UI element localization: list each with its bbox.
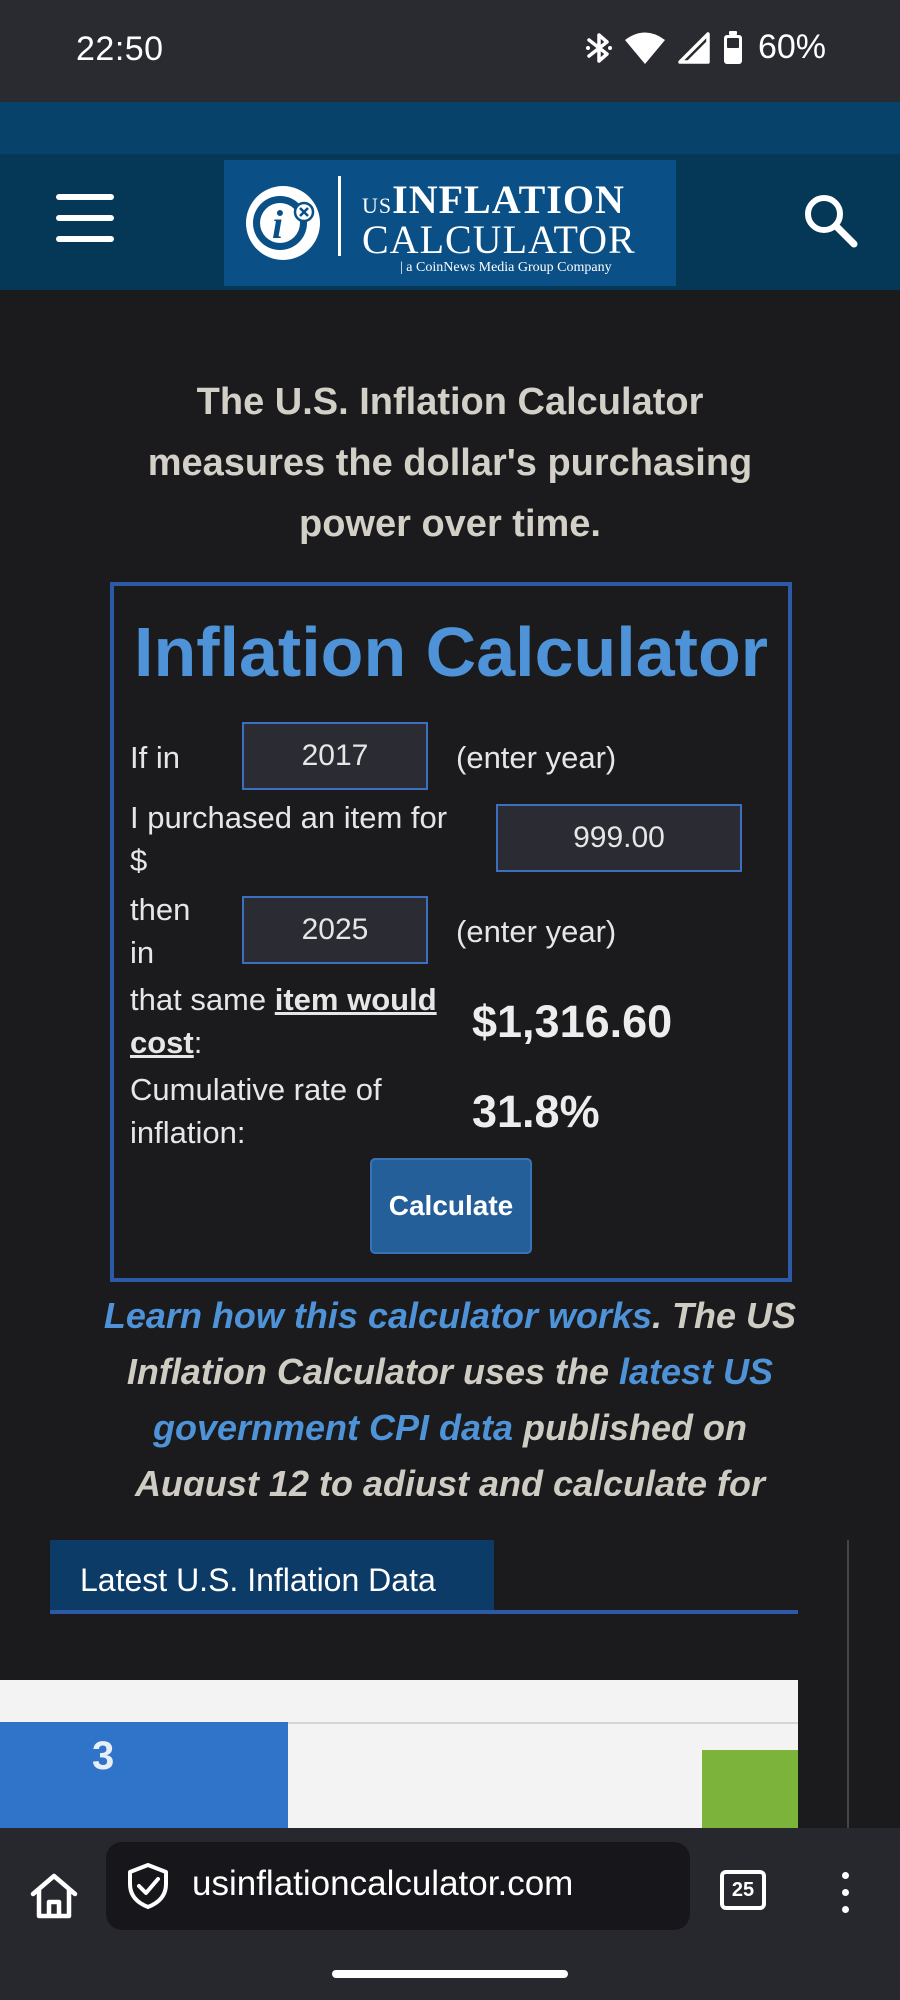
- browser-toolbar: usinflationcalculator.com 25: [0, 1828, 900, 2000]
- battery-percent: 60%: [757, 28, 826, 66]
- start-year-input[interactable]: [242, 722, 428, 790]
- more-vert-icon[interactable]: [836, 1868, 856, 1918]
- then-in-label: then in: [130, 892, 191, 970]
- home-icon[interactable]: [28, 1870, 80, 1922]
- learn-paragraph: Learn how this calculator works. The US …: [103, 1295, 797, 1496]
- site-logo[interactable]: i USINFLATION CALCULATOR | a CoinNews Me…: [224, 160, 676, 286]
- result-value: $1,316.60: [472, 996, 673, 1047]
- shield-icon[interactable]: [126, 1862, 170, 1910]
- latest-tab-underline: [50, 1610, 798, 1614]
- signal-icon: [678, 31, 710, 64]
- logo-title-line2: CALCULATOR: [362, 217, 636, 262]
- status-time: 22:50: [76, 30, 164, 68]
- chart-bar-label: 3: [92, 1734, 115, 1778]
- logo-tagline: | a CoinNews Media Group Company: [400, 260, 612, 275]
- battery-icon: [723, 30, 742, 64]
- learn-how-link[interactable]: Learn how this calculator works: [104, 1295, 652, 1336]
- status-icons: 60%: [585, 28, 826, 67]
- bluetooth-icon: [585, 32, 612, 63]
- enter-year-hint-1: (enter year): [456, 740, 617, 775]
- if-in-label: If in: [130, 740, 180, 775]
- gesture-handle[interactable]: [332, 1970, 568, 1978]
- calculator-title: Inflation Calculator: [134, 613, 768, 691]
- latest-inflation-data-tab[interactable]: Latest U.S. Inflation Data: [50, 1540, 494, 1612]
- calculate-button[interactable]: Calculate: [370, 1158, 532, 1254]
- end-year-input[interactable]: [242, 896, 428, 964]
- inflation-calculator: Inflation Calculator If in (enter year) …: [110, 582, 792, 1282]
- purchased-item-label: I purchased an item for $: [130, 800, 448, 878]
- svg-text:i: i: [272, 202, 283, 247]
- content-divider: [847, 1540, 849, 1830]
- tabs-icon[interactable]: 25: [720, 1870, 766, 1910]
- address-bar[interactable]: usinflationcalculator.com: [106, 1842, 690, 1930]
- url-text: usinflationcalculator.com: [192, 1864, 574, 1903]
- logo-divider: [338, 176, 341, 256]
- wifi-icon: [624, 32, 665, 64]
- header-top-strip: [0, 102, 900, 154]
- chart-bar-blue: 3: [0, 1722, 288, 1828]
- search-icon[interactable]: [800, 190, 860, 250]
- amount-input[interactable]: [496, 804, 742, 872]
- item-would-cost-label: that same item would cost:: [130, 982, 437, 1060]
- chart-bar-green: [702, 1750, 798, 1828]
- inflation-chart-preview: 3: [0, 1680, 798, 1828]
- logo-ci-icon: i: [246, 186, 320, 260]
- cumulative-rate-value: 31.8%: [472, 1086, 600, 1137]
- enter-year-hint-2: (enter year): [456, 914, 617, 949]
- site-header: i USINFLATION CALCULATOR | a CoinNews Me…: [0, 154, 900, 290]
- status-bar: 22:50 60%: [0, 0, 900, 102]
- intro-text: The U.S. Inflation Calculator measures t…: [147, 381, 753, 545]
- hamburger-menu-icon[interactable]: [56, 194, 114, 244]
- cumulative-rate-label: Cumulative rate of inflation:: [130, 1072, 382, 1150]
